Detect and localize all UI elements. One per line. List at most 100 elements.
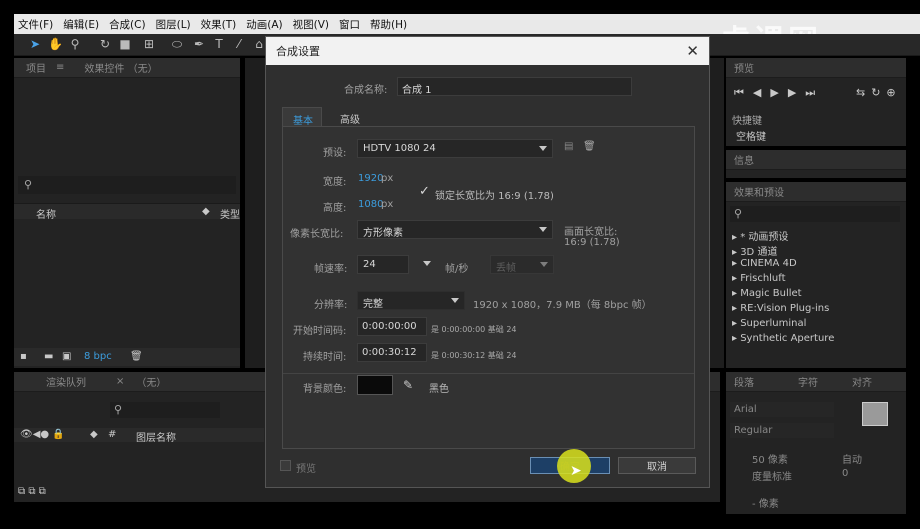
loop-icons[interactable]: ⇆↻⊕: [856, 86, 902, 99]
font-style-select[interactable]: Regular: [730, 423, 834, 438]
new-comp-icon[interactable]: ▣: [62, 351, 71, 362]
background-color-swatch[interactable]: [357, 375, 393, 395]
camera-tool-icon[interactable]: ■: [118, 37, 132, 51]
frame-rate-dropdown-icon[interactable]: [423, 261, 431, 266]
effects-item[interactable]: ▸ Synthetic Aperture: [732, 333, 834, 344]
save-preset-icon[interactable]: ▤: [564, 141, 573, 152]
resolution-select[interactable]: 完整: [357, 291, 465, 310]
zoom-tool-icon[interactable]: ⚲: [68, 37, 82, 51]
rotate-tool-icon[interactable]: ↻: [98, 37, 112, 51]
tab-project[interactable]: 项目: [26, 60, 46, 75]
tab-basic-label: 基本: [293, 116, 313, 127]
tab-basic[interactable]: 基本: [282, 107, 322, 127]
font-size-value[interactable]: 50 像素: [752, 451, 788, 466]
effects-item[interactable]: ▸ CINEMA 4D: [732, 258, 797, 269]
delete-preset-icon[interactable]: 🗑: [583, 141, 596, 152]
viewer-panel-edge-right: [710, 58, 724, 368]
stroke-unit-value[interactable]: - 像素: [752, 495, 779, 510]
shortcut-value[interactable]: 空格键: [736, 128, 766, 143]
effects-presets-panel: 效果和预设 ⚲ ▸ * 动画预设 ▸ 3D 通道 ▸ CINEMA 4D ▸ F…: [726, 182, 906, 368]
lock-ratio-checkbox[interactable]: ✓: [419, 184, 430, 199]
playback-controls[interactable]: ⏮◀▶▶⏭: [734, 86, 824, 100]
menu-file[interactable]: 文件(F): [18, 17, 53, 32]
brush-tool-icon[interactable]: ⁄: [232, 37, 246, 51]
menu-help[interactable]: 帮助(H): [370, 17, 407, 32]
font-family-select[interactable]: Arial: [730, 402, 834, 417]
width-label: 宽度:: [323, 177, 347, 188]
background-color-label: 背景颜色:: [303, 384, 347, 395]
trash-icon[interactable]: 🗑: [130, 351, 143, 362]
menu-composition[interactable]: 合成(C): [109, 17, 146, 32]
duration-field[interactable]: 0:00:30:12: [357, 343, 427, 362]
project-columns: 名称 ◆ 类型: [14, 203, 240, 221]
effects-item[interactable]: ▸ Magic Bullet: [732, 288, 802, 299]
menu-effect[interactable]: 效果(T): [201, 17, 237, 32]
pen-tool-icon[interactable]: ✒: [192, 37, 206, 51]
close-tab-icon[interactable]: ×: [116, 376, 124, 387]
bpc-button[interactable]: 8 bpc: [84, 351, 112, 362]
cancel-button[interactable]: 取消: [618, 457, 696, 474]
effects-search-input[interactable]: ⚲: [730, 206, 900, 222]
tracking-value[interactable]: 度量标准: [752, 468, 792, 483]
project-panel-header: 项目 ≡ 效果控件 （无）: [14, 58, 240, 78]
eyedropper-icon[interactable]: ✎: [403, 378, 413, 392]
frame-aspect-value: 16:9 (1.78): [564, 237, 620, 248]
text-tool-icon[interactable]: T: [212, 37, 226, 51]
pixel-aspect-select[interactable]: 方形像素: [357, 220, 553, 239]
pan-behind-tool-icon[interactable]: ⊞: [142, 37, 156, 51]
hand-tool-icon[interactable]: ✋: [48, 37, 63, 51]
preview-checkbox[interactable]: [280, 460, 291, 471]
project-search-input[interactable]: ⚲: [18, 176, 236, 194]
tab-paragraph[interactable]: 段落: [734, 374, 754, 389]
close-icon[interactable]: ✕: [686, 42, 699, 60]
dialog-title: 合成设置: [276, 45, 320, 58]
info-panel: 信息: [726, 150, 906, 178]
tab-render-queue[interactable]: 渲染队列: [46, 374, 86, 389]
resolution-value: 完整: [363, 299, 383, 310]
ellipse-tool-icon[interactable]: ⬭: [170, 37, 184, 51]
selection-tool-icon[interactable]: ➤: [28, 37, 42, 51]
column-layer-name[interactable]: 图层名称: [136, 429, 176, 444]
start-timecode-field[interactable]: 0:00:00:00: [357, 317, 427, 336]
preview-title: 预览: [734, 64, 754, 75]
effects-item[interactable]: ▸ Superluminal: [732, 318, 806, 329]
fill-color-swatch[interactable]: [862, 402, 888, 426]
menu-layer[interactable]: 图层(L): [156, 17, 191, 32]
tracking-number[interactable]: 0: [842, 468, 848, 479]
start-timecode-value: 0:00:00:00: [362, 321, 417, 332]
tab-align[interactable]: 对齐: [852, 374, 872, 389]
tab-none[interactable]: （无）: [136, 374, 166, 389]
width-unit: px: [381, 173, 394, 184]
new-folder-icon[interactable]: ▬: [44, 351, 53, 362]
comp-name-value: 合成 1: [402, 85, 432, 96]
width-value[interactable]: 1920: [358, 173, 383, 184]
menu-animation[interactable]: 动画(A): [246, 17, 282, 32]
column-name[interactable]: 名称: [36, 206, 56, 221]
height-value[interactable]: 1080: [358, 199, 383, 210]
tab-character[interactable]: 字符: [798, 374, 818, 389]
effects-item[interactable]: ▸ Frischluft: [732, 273, 786, 284]
tab-advanced[interactable]: 高级: [340, 111, 360, 126]
leading-value[interactable]: 自动: [842, 451, 862, 466]
interpret-footage-icon[interactable]: ▪: [20, 351, 27, 362]
frame-rate-field[interactable]: 24: [357, 255, 409, 274]
resolution-label: 分辨率:: [314, 300, 348, 311]
tag-icon: ◆: [90, 429, 98, 440]
stamp-tool-icon[interactable]: ⌂: [252, 37, 266, 51]
effects-item[interactable]: ▸ 3D 通道: [732, 243, 777, 258]
menu-view[interactable]: 视图(V): [293, 17, 329, 32]
timeline-switch-icons[interactable]: ⧉ ⧉ ⧉: [18, 486, 46, 497]
menu-edit[interactable]: 编辑(E): [63, 17, 99, 32]
character-panel: 段落 字符 对齐 Arial Regular 50 像素 自动 度量标准 0 -…: [726, 372, 906, 514]
column-type[interactable]: 类型: [220, 206, 240, 221]
tab-effect-controls[interactable]: 效果控件 （无）: [84, 60, 157, 75]
tag-icon: ◆: [202, 206, 210, 217]
height-label: 高度:: [323, 203, 347, 214]
timeline-search-input[interactable]: ⚲: [110, 402, 220, 418]
comp-name-field[interactable]: 合成 1: [397, 77, 632, 96]
effects-item[interactable]: ▸ RE:Vision Plug-ins: [732, 303, 829, 314]
preset-select[interactable]: HDTV 1080 24: [357, 139, 553, 158]
menu-window[interactable]: 窗口: [339, 17, 360, 32]
effects-item[interactable]: ▸ * 动画预设: [732, 228, 788, 243]
mouse-cursor-icon: ➤: [570, 463, 582, 479]
